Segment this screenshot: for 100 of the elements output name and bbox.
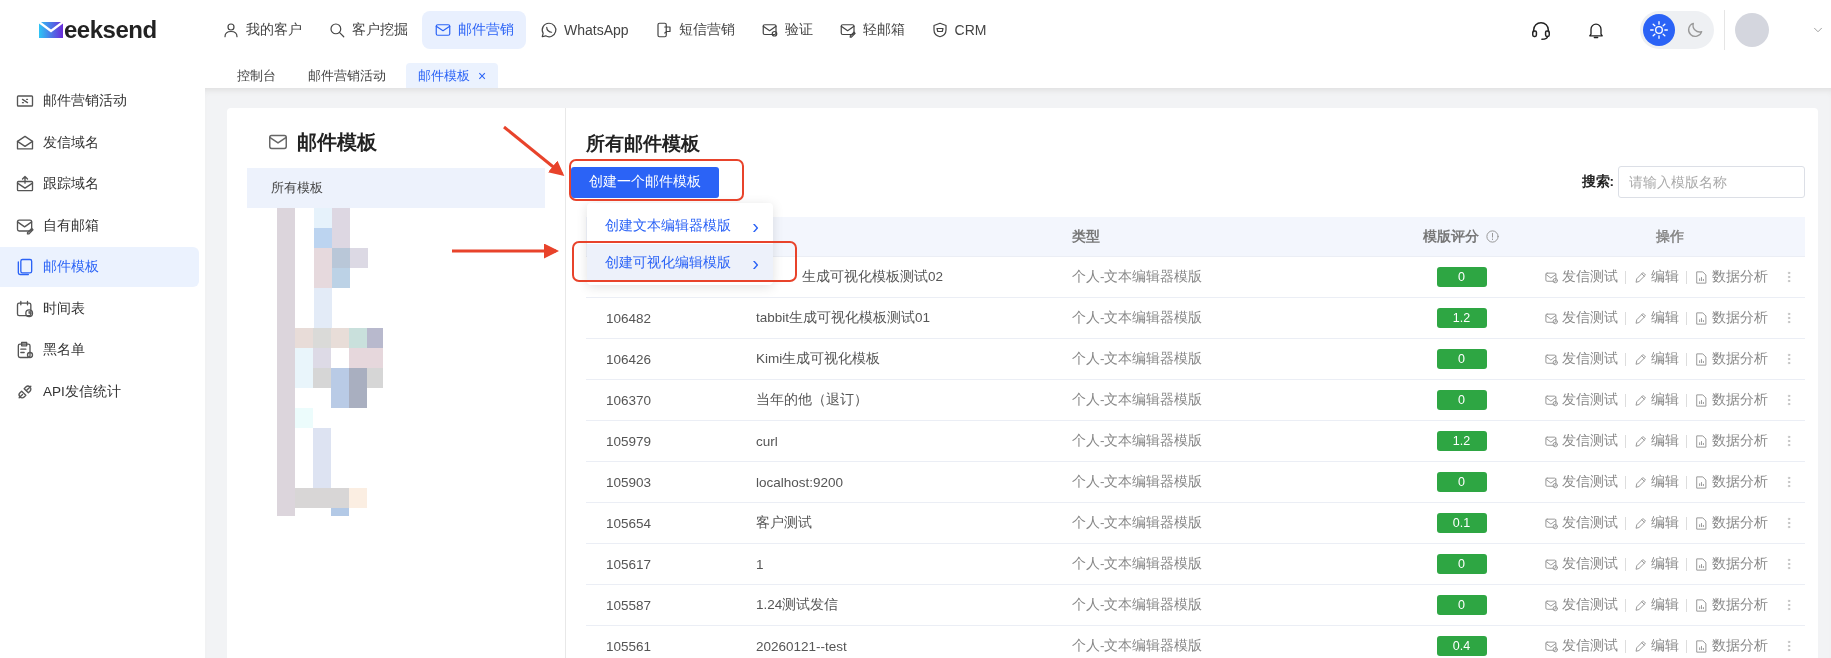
panel-title: 邮件模板	[297, 129, 377, 155]
action-link[interactable]: 发信测试	[1561, 309, 1618, 327]
mail-upload-icon	[15, 174, 35, 194]
table-cell: 个人-文本编辑器模版	[1072, 474, 1203, 489]
score-badge: 0	[1436, 472, 1487, 492]
clipboard-icon	[15, 340, 35, 360]
action-link[interactable]: 编辑	[1650, 473, 1679, 491]
action-link[interactable]: 发信测试	[1561, 596, 1618, 614]
action-link[interactable]: 编辑	[1650, 596, 1679, 614]
nav-item[interactable]: 轻邮箱	[826, 11, 917, 49]
action-link[interactable]: 发信测试	[1561, 473, 1618, 491]
sidebar-item[interactable]: 跟踪域名	[0, 164, 199, 204]
column-header: 类型	[1072, 228, 1100, 244]
sidebar-item[interactable]: 邮件营销活动	[0, 81, 199, 121]
report-icon	[1693, 269, 1709, 285]
menu-item[interactable]: 创建可视化编辑模版 ›	[587, 244, 773, 281]
report-icon	[1693, 351, 1709, 367]
action-link[interactable]: 编辑	[1650, 514, 1679, 532]
theme-toggle[interactable]	[1640, 11, 1714, 49]
action-link[interactable]: 数据分析	[1711, 637, 1768, 655]
sidebar-item[interactable]: 黑名单	[0, 330, 199, 370]
action-link[interactable]: 编辑	[1650, 555, 1679, 573]
action-link[interactable]: 数据分析	[1711, 473, 1768, 491]
sun-icon[interactable]	[1643, 14, 1675, 46]
table-cell: Kimi生成可视化模板	[756, 351, 881, 366]
mail-send-icon	[1543, 556, 1559, 572]
table-cell: 106482	[606, 310, 652, 326]
report-icon	[1693, 433, 1709, 449]
action-link[interactable]: 数据分析	[1711, 514, 1768, 532]
action-link[interactable]: 发信测试	[1561, 432, 1618, 450]
action-link[interactable]: 数据分析	[1711, 432, 1768, 450]
table-cell: 客户测试	[756, 515, 812, 530]
action-link[interactable]: 编辑	[1650, 637, 1679, 655]
page-title: 所有邮件模板	[586, 132, 701, 156]
menu-item[interactable]: 创建文本编辑器模版 ›	[587, 207, 773, 244]
action-link[interactable]: 数据分析	[1711, 596, 1768, 614]
action-link[interactable]: 编辑	[1650, 350, 1679, 368]
nav-item[interactable]: 验证	[748, 11, 825, 49]
action-link[interactable]: 数据分析	[1711, 350, 1768, 368]
logo-mark-icon	[38, 20, 64, 40]
table-cell: 106426	[606, 351, 652, 367]
logo-text[interactable]: eeksend	[64, 16, 157, 44]
action-link[interactable]: 数据分析	[1711, 555, 1768, 573]
nav-item[interactable]: CRM	[918, 11, 999, 49]
action-link[interactable]: 发信测试	[1561, 637, 1618, 655]
action-link[interactable]: 编辑	[1650, 432, 1679, 450]
annotation-arrow	[503, 125, 565, 176]
table-cell: 个人-文本编辑器模版	[1072, 351, 1203, 366]
create-template-button[interactable]: 创建一个邮件模板	[571, 166, 719, 198]
nav-item[interactable]: 客户挖掘	[316, 11, 420, 49]
search-field[interactable]: 请输入模版名称	[1618, 166, 1805, 198]
tab[interactable]: 控制台	[225, 63, 288, 88]
action-link[interactable]: 编辑	[1650, 268, 1679, 286]
folder-item[interactable]: 所有模板	[247, 168, 545, 208]
action-link[interactable]: 发信测试	[1561, 350, 1618, 368]
score-badge: 0	[1436, 390, 1487, 410]
table-cell: 105903	[606, 474, 652, 490]
table-cell: 20260121--test	[756, 638, 847, 654]
close-icon[interactable]: ×	[478, 67, 487, 84]
table-cell: curl	[756, 433, 778, 449]
mail-edit-icon	[838, 21, 857, 39]
sidebar-item[interactable]: API发信统计	[0, 371, 199, 412]
table-cell: 个人-文本编辑器模版	[1072, 515, 1203, 530]
nav-item[interactable]: WhatsApp	[528, 11, 641, 49]
action-link[interactable]: 数据分析	[1711, 268, 1768, 286]
action-link[interactable]: 数据分析	[1711, 309, 1768, 327]
action-link[interactable]: 发信测试	[1561, 391, 1618, 409]
nav-item[interactable]: 邮件营销	[422, 11, 526, 49]
mail-send-icon	[1543, 310, 1559, 326]
nav-item[interactable]: 我的客户	[210, 11, 314, 49]
table-cell: 1	[756, 556, 764, 572]
report-icon	[1693, 474, 1709, 490]
document-icon	[15, 257, 35, 277]
mail-send-icon	[1543, 392, 1559, 408]
sidebar-item[interactable]: 自有邮箱	[0, 205, 199, 246]
column-header: 模版评分	[1423, 227, 1479, 246]
sidebar-item[interactable]: 发信域名	[0, 122, 199, 163]
score-badge: 0	[1436, 554, 1487, 574]
sidebar-item[interactable]: 邮件模板	[0, 247, 199, 287]
table-cell: 105561	[606, 638, 652, 654]
table-cell: 个人-文本编辑器模版	[1072, 638, 1203, 653]
action-link[interactable]: 发信测试	[1561, 555, 1618, 573]
score-badge: 0	[1436, 267, 1487, 287]
action-link[interactable]: 发信测试	[1561, 514, 1618, 532]
action-link[interactable]: 编辑	[1650, 309, 1679, 327]
sidebar-item[interactable]: 时间表	[0, 288, 199, 329]
table-cell: 个人-文本编辑器模版	[1072, 269, 1203, 284]
report-icon	[1693, 310, 1709, 326]
table-cell: 个人-文本编辑器模版	[1072, 597, 1203, 612]
nav-item[interactable]: 短信营销	[642, 11, 747, 49]
report-icon	[1693, 597, 1709, 613]
tab[interactable]: 邮件模板 ×	[406, 63, 499, 88]
action-link[interactable]: 发信测试	[1561, 268, 1618, 286]
tab[interactable]: 邮件营销活动	[296, 63, 398, 88]
mail-send-icon	[1543, 638, 1559, 654]
action-link[interactable]: 编辑	[1650, 391, 1679, 409]
table-cell: 105979	[606, 433, 652, 449]
action-link[interactable]: 数据分析	[1711, 391, 1768, 409]
report-icon	[1693, 638, 1709, 654]
score-badge: 1.2	[1436, 308, 1487, 328]
